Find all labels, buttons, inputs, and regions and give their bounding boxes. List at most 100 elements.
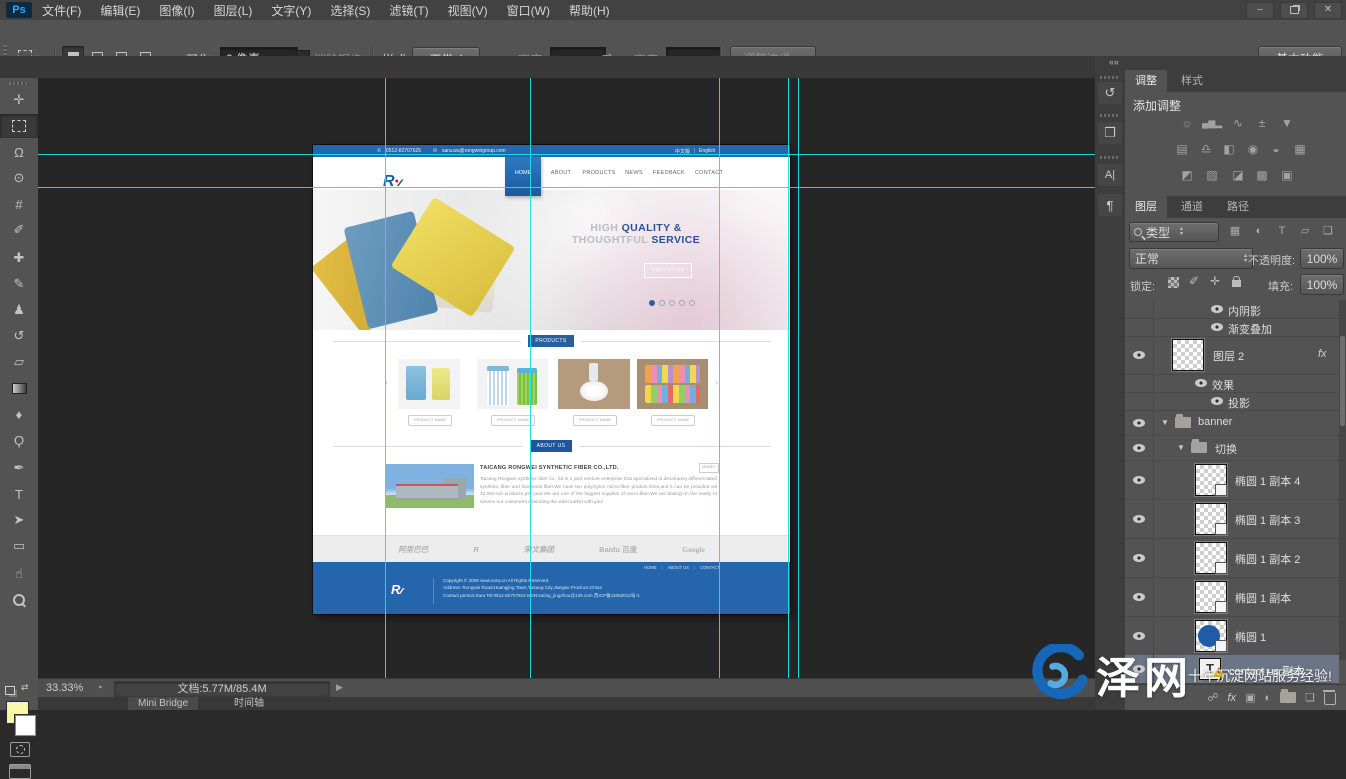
black-white-icon[interactable]: ◧ — [1219, 140, 1239, 158]
opacity-value[interactable]: 100% — [1300, 248, 1344, 269]
lasso-tool[interactable] — [0, 140, 38, 164]
minimize-button[interactable]: – — [1246, 2, 1274, 19]
fx-badge[interactable]: fx — [1318, 348, 1327, 360]
restore-button[interactable] — [1280, 2, 1308, 19]
properties-panel-icon[interactable]: ❒ — [1098, 122, 1122, 144]
tab-layers[interactable]: 图层 — [1125, 196, 1167, 218]
lock-move-icon[interactable]: ✛ — [1210, 274, 1220, 288]
filter-adjustment-layers-icon[interactable]: ◐ — [1250, 223, 1268, 239]
shape-layer-thumbnail[interactable] — [1195, 542, 1227, 574]
lock-transparency-icon[interactable] — [1168, 277, 1179, 288]
filter-shape-layers-icon[interactable]: ▱ — [1296, 223, 1314, 239]
gradient-map-icon[interactable]: ▩ — [1252, 166, 1272, 184]
threshold-icon[interactable]: ◪ — [1228, 166, 1248, 184]
tab-timeline[interactable]: 时间轴 — [224, 697, 274, 710]
tab-styles[interactable]: 样式 — [1171, 70, 1213, 92]
visibility-eye-icon[interactable] — [1133, 554, 1145, 562]
shape-layer-thumbnail[interactable] — [1195, 503, 1227, 535]
ellipse-layer-thumbnail[interactable] — [1195, 620, 1227, 652]
rectangular-marquee-tool[interactable] — [0, 114, 38, 138]
group-row[interactable]: ▼ 切换 — [1125, 435, 1339, 461]
history-brush-tool[interactable] — [0, 324, 38, 348]
expand-triangle-icon[interactable]: ▼ — [1161, 418, 1169, 427]
exposure-icon[interactable]: ± — [1252, 114, 1272, 132]
visibility-eye-icon[interactable] — [1211, 397, 1223, 405]
shape-layer-thumbnail[interactable] — [1195, 581, 1227, 613]
layer-effect-row[interactable]: 投影 — [1125, 392, 1339, 411]
tab-channels[interactable]: 通道 — [1171, 196, 1213, 218]
brightness-contrast-icon[interactable]: ☼ — [1177, 114, 1197, 132]
effects-header-row[interactable]: 效果 — [1125, 374, 1339, 393]
menu-edit[interactable]: 编辑(E) — [100, 2, 140, 19]
visibility-eye-icon[interactable] — [1133, 476, 1145, 484]
new-group-icon[interactable] — [1280, 692, 1296, 703]
background-color-swatch[interactable] — [15, 715, 36, 736]
visibility-eye-icon[interactable] — [1133, 444, 1145, 452]
filter-type-layers-icon[interactable]: T — [1273, 223, 1291, 239]
levels-icon[interactable]: ▄▆▂ — [1202, 114, 1222, 132]
fill-value[interactable]: 100% — [1300, 274, 1344, 295]
paragraph-panel-icon[interactable]: ¶ — [1098, 194, 1122, 216]
history-panel-icon[interactable]: ↺ — [1098, 82, 1122, 104]
shape-layer-row[interactable]: 椭圆 1 副本 — [1125, 577, 1339, 617]
tab-paths[interactable]: 路径 — [1217, 196, 1259, 218]
tab-adjustments[interactable]: 调整 — [1125, 70, 1167, 92]
vibrance-icon[interactable]: ▼ — [1277, 114, 1297, 132]
visibility-eye-icon[interactable] — [1133, 419, 1145, 427]
scrollbar-thumb[interactable] — [1340, 336, 1345, 426]
character-panel-icon[interactable]: A| — [1098, 164, 1122, 186]
curves-icon[interactable]: ∿ — [1228, 114, 1248, 132]
layer-row[interactable]: 图层 2 fx — [1125, 336, 1339, 375]
path-selection-tool[interactable] — [0, 508, 38, 532]
blur-tool[interactable] — [0, 402, 38, 426]
hue-saturation-icon[interactable]: ▤ — [1172, 140, 1192, 158]
menu-select[interactable]: 选择(S) — [330, 2, 370, 19]
clone-stamp-tool[interactable] — [0, 298, 38, 322]
visibility-eye-icon[interactable] — [1211, 305, 1223, 313]
color-balance-icon[interactable]: ♎ — [1196, 140, 1216, 158]
visibility-eye-icon[interactable] — [1195, 379, 1207, 387]
menu-help[interactable]: 帮助(H) — [569, 2, 610, 19]
brush-tool[interactable] — [0, 272, 38, 296]
layer-style-icon[interactable]: fx — [1228, 692, 1237, 704]
posterize-icon[interactable]: ▨ — [1202, 166, 1222, 184]
dodge-tool[interactable] — [0, 428, 38, 452]
visibility-eye-icon[interactable] — [1133, 351, 1145, 359]
delete-layer-icon[interactable] — [1324, 693, 1336, 705]
crop-tool[interactable] — [0, 192, 38, 216]
invert-icon[interactable]: ◩ — [1177, 166, 1197, 184]
screen-mode-button[interactable] — [9, 764, 31, 779]
tab-mini-bridge[interactable]: Mini Bridge — [128, 697, 198, 710]
adjustment-layer-icon[interactable]: ◐ — [1264, 692, 1271, 704]
visibility-eye-icon[interactable] — [1133, 632, 1145, 640]
menu-image[interactable]: 图像(I) — [159, 2, 194, 19]
swap-colors-icon[interactable]: ⇄ — [21, 682, 29, 693]
layers-scrollbar[interactable] — [1339, 300, 1346, 660]
group-row[interactable]: ▼ banner — [1125, 410, 1339, 436]
channel-mixer-icon[interactable]: ◒ — [1266, 140, 1286, 158]
menu-window[interactable]: 窗口(W) — [507, 2, 550, 19]
filter-pixel-layers-icon[interactable]: ▦ — [1226, 223, 1244, 239]
shape-layer-thumbnail[interactable] — [1195, 464, 1227, 496]
menu-filter[interactable]: 滤镜(T) — [389, 2, 428, 19]
layer-effect-row[interactable]: 内阴影 — [1125, 300, 1339, 319]
zoom-level-field[interactable]: 33.33% — [46, 682, 83, 694]
expand-triangle-icon[interactable]: ▼ — [1177, 443, 1185, 452]
layer-mask-icon[interactable]: ▣ — [1245, 691, 1255, 704]
selected-text-layer-row[interactable]: T contact us 副本 — [1125, 655, 1339, 684]
lock-paint-icon[interactable]: ✐ — [1189, 274, 1199, 288]
pen-tool[interactable] — [0, 456, 38, 480]
default-colors-icon[interactable] — [5, 686, 15, 695]
selective-color-icon[interactable]: ▣ — [1277, 166, 1297, 184]
close-button[interactable]: ✕ — [1314, 2, 1342, 19]
photo-filter-icon[interactable]: ◉ — [1243, 140, 1263, 158]
eyedropper-tool[interactable] — [0, 218, 38, 242]
collapse-panels-icon[interactable]: «« — [1109, 57, 1119, 67]
gradient-tool[interactable] — [0, 376, 38, 400]
color-lookup-icon[interactable]: ▦ — [1290, 140, 1310, 158]
new-layer-icon[interactable]: ❏ — [1305, 691, 1315, 704]
healing-brush-tool[interactable] — [0, 246, 38, 270]
lock-all-icon[interactable] — [1232, 280, 1241, 287]
quick-selection-tool[interactable] — [0, 166, 38, 190]
quick-mask-button[interactable] — [10, 742, 30, 757]
